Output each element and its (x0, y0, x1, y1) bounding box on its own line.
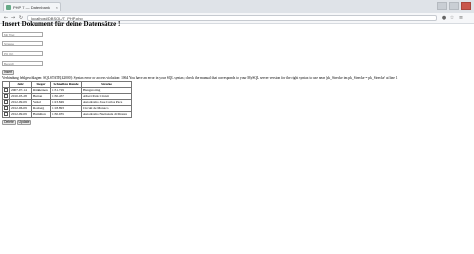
table-row: 2012-09-09 Hamilton 1:30.935 Autodromo N… (2, 111, 132, 118)
table-cell: 1:30.935 (50, 111, 82, 118)
menu-icon[interactable]: ≡ (458, 15, 464, 21)
table-cell: 2012-09-09 (9, 111, 32, 118)
checkbox[interactable] (4, 100, 8, 105)
insert-button[interactable]: Insert (2, 70, 14, 75)
checkbox[interactable] (4, 106, 8, 111)
maximize-icon[interactable] (449, 2, 459, 10)
zip-city-input[interactable] (2, 51, 43, 56)
row-checkbox-cell[interactable] (2, 111, 10, 118)
area-input[interactable] (2, 61, 43, 66)
table-cell: Räikkönen (31, 87, 51, 94)
column-header: Schnellste Runde (50, 81, 82, 88)
window-controls (437, 2, 471, 10)
street-input[interactable] (2, 41, 43, 46)
results-table: Jahr Sieger Schnellste Runde Strecke 200… (2, 81, 132, 118)
star-icon[interactable]: ☆ (449, 15, 455, 21)
checkbox[interactable] (4, 94, 8, 99)
table-cell: Autodromo Nazionale di Monza (81, 111, 132, 118)
close-window-icon[interactable] (461, 2, 471, 10)
browser-tab-strip: PHP 7 — Datenbank × (0, 0, 474, 14)
browser-tab[interactable]: PHP 7 — Datenbank × (3, 2, 61, 11)
checkbox[interactable] (4, 88, 8, 93)
update-button[interactable]: Update (17, 120, 31, 125)
error-message: Verbindung fehlgeschlagen: SQLSTATE[4200… (2, 76, 398, 80)
tab-title: PHP 7 — Datenbank (13, 5, 51, 10)
close-icon[interactable]: × (56, 3, 58, 11)
extension-icon[interactable]: ● (441, 15, 447, 21)
delete-button[interactable]: Delete (2, 120, 16, 125)
page-title: Insert Dokument für deine Datensätze ! (2, 20, 121, 28)
table-cell: Hamilton (31, 111, 51, 118)
checkbox[interactable] (4, 112, 8, 117)
title-input[interactable] (2, 32, 43, 37)
minimize-icon[interactable] (437, 2, 447, 10)
favicon-icon (6, 5, 11, 10)
